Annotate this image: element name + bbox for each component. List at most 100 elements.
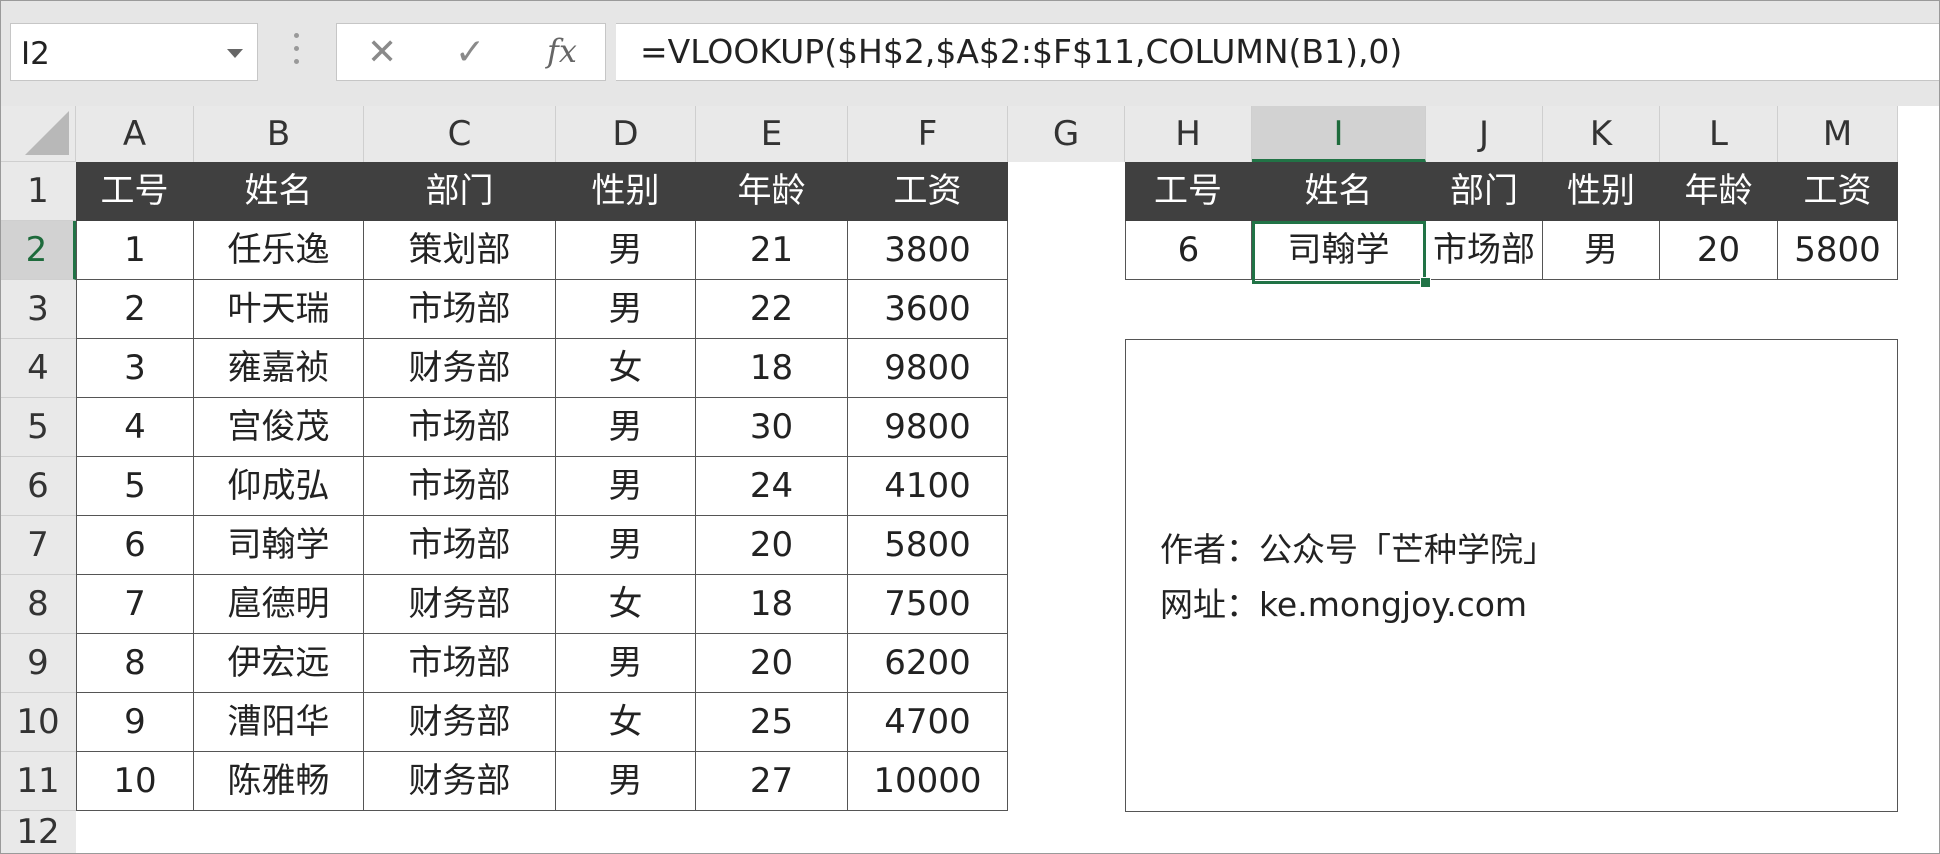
fill-handle[interactable] [1420,277,1431,288]
lookup-header-cell[interactable]: 年龄 [1660,162,1778,221]
lookup-header-cell[interactable]: 性别 [1543,162,1660,221]
main-table-cell[interactable]: 女 [556,693,696,752]
column-header-B[interactable]: B [194,106,364,162]
column-header-E[interactable]: E [696,106,848,162]
lookup-header-cell[interactable]: 工号 [1125,162,1252,221]
column-header-G[interactable]: G [1008,106,1125,162]
lookup-header-cell[interactable]: 工资 [1778,162,1898,221]
row-header-7[interactable]: 7 [0,516,76,575]
lookup-result-cell[interactable]: 5800 [1778,221,1898,280]
column-header-L[interactable]: L [1660,106,1778,162]
main-header-cell[interactable]: 工资 [848,162,1008,221]
cancel-icon[interactable]: ✕ [367,32,397,73]
row-header-2[interactable]: 2 [0,221,76,280]
main-table-cell[interactable]: 2 [76,280,194,339]
main-table-cell[interactable]: 市场部 [364,457,556,516]
main-table-cell[interactable]: 男 [556,221,696,280]
row-header-5[interactable]: 5 [0,398,76,457]
lookup-result-cell[interactable]: 男 [1543,221,1660,280]
column-header-H[interactable]: H [1125,106,1252,162]
column-header-M[interactable]: M [1778,106,1898,162]
main-table-cell[interactable]: 5 [76,457,194,516]
name-box[interactable]: I2 [10,23,258,81]
main-table-cell[interactable]: 女 [556,339,696,398]
main-table-cell[interactable]: 4100 [848,457,1008,516]
formula-input[interactable]: =VLOOKUP($H$2,$A$2:$F$11,COLUMN(B1),0) [616,23,1940,81]
main-table-cell[interactable]: 3600 [848,280,1008,339]
main-table-cell[interactable]: 男 [556,752,696,811]
main-table-cell[interactable]: 9800 [848,339,1008,398]
chevron-down-icon[interactable] [227,49,243,58]
main-table-cell[interactable]: 24 [696,457,848,516]
main-table-cell[interactable]: 20 [696,516,848,575]
row-header-1[interactable]: 1 [0,162,76,221]
main-table-cell[interactable]: 女 [556,575,696,634]
row-header-4[interactable]: 4 [0,339,76,398]
main-table-cell[interactable]: 任乐逸 [194,221,364,280]
column-header-I[interactable]: I [1252,106,1426,162]
main-table-cell[interactable]: 22 [696,280,848,339]
text-box[interactable]: 作者：公众号「芒种学院」 网址：ke.mongjoy.com [1125,339,1898,812]
function-icon[interactable]: fx [547,32,577,70]
row-header-6[interactable]: 6 [0,457,76,516]
main-header-cell[interactable]: 性别 [556,162,696,221]
main-table-cell[interactable]: 10000 [848,752,1008,811]
lookup-result-cell[interactable]: 市场部 [1426,221,1543,280]
main-table-cell[interactable]: 25 [696,693,848,752]
row-header-10[interactable]: 10 [0,693,76,752]
main-table-cell[interactable]: 市场部 [364,398,556,457]
main-table-cell[interactable]: 财务部 [364,575,556,634]
main-table-cell[interactable]: 仰成弘 [194,457,364,516]
lookup-result-cell[interactable]: 20 [1660,221,1778,280]
main-table-cell[interactable]: 20 [696,634,848,693]
main-table-cell[interactable]: 6200 [848,634,1008,693]
column-header-K[interactable]: K [1543,106,1660,162]
main-table-cell[interactable]: 市场部 [364,634,556,693]
main-table-cell[interactable]: 男 [556,280,696,339]
main-table-cell[interactable]: 3 [76,339,194,398]
main-table-cell[interactable]: 男 [556,457,696,516]
main-table-cell[interactable]: 10 [76,752,194,811]
main-table-cell[interactable]: 7500 [848,575,1008,634]
main-table-cell[interactable]: 21 [696,221,848,280]
main-table-cell[interactable]: 雍嘉祯 [194,339,364,398]
main-header-cell[interactable]: 工号 [76,162,194,221]
main-table-cell[interactable]: 4700 [848,693,1008,752]
main-table-cell[interactable]: 男 [556,398,696,457]
main-table-cell[interactable]: 扈德明 [194,575,364,634]
row-header-12[interactable]: 12 [0,811,76,854]
main-header-cell[interactable]: 姓名 [194,162,364,221]
select-all-corner[interactable] [0,106,76,162]
main-table-cell[interactable]: 1 [76,221,194,280]
main-table-cell[interactable]: 男 [556,634,696,693]
check-icon[interactable]: ✓ [455,32,485,73]
row-header-3[interactable]: 3 [0,280,76,339]
main-table-cell[interactable]: 8 [76,634,194,693]
main-table-cell[interactable]: 7 [76,575,194,634]
lookup-header-cell[interactable]: 姓名 [1252,162,1426,221]
column-header-J[interactable]: J [1426,106,1543,162]
column-header-A[interactable]: A [76,106,194,162]
main-table-cell[interactable]: 叶天瑞 [194,280,364,339]
main-table-cell[interactable]: 漕阳华 [194,693,364,752]
main-header-cell[interactable]: 年龄 [696,162,848,221]
main-table-cell[interactable]: 宫俊茂 [194,398,364,457]
main-table-cell[interactable]: 5800 [848,516,1008,575]
main-table-cell[interactable]: 司翰学 [194,516,364,575]
main-table-cell[interactable]: 30 [696,398,848,457]
lookup-result-cell[interactable]: 6 [1125,221,1252,280]
main-table-cell[interactable]: 9800 [848,398,1008,457]
main-table-cell[interactable]: 市场部 [364,516,556,575]
lookup-header-cell[interactable]: 部门 [1426,162,1543,221]
main-table-cell[interactable]: 策划部 [364,221,556,280]
row-header-8[interactable]: 8 [0,575,76,634]
main-table-cell[interactable]: 陈雅畅 [194,752,364,811]
row-header-11[interactable]: 11 [0,752,76,811]
main-table-cell[interactable]: 4 [76,398,194,457]
main-table-cell[interactable]: 3800 [848,221,1008,280]
main-table-cell[interactable]: 男 [556,516,696,575]
main-table-cell[interactable]: 27 [696,752,848,811]
main-table-cell[interactable]: 6 [76,516,194,575]
column-header-C[interactable]: C [364,106,556,162]
main-table-cell[interactable]: 18 [696,575,848,634]
